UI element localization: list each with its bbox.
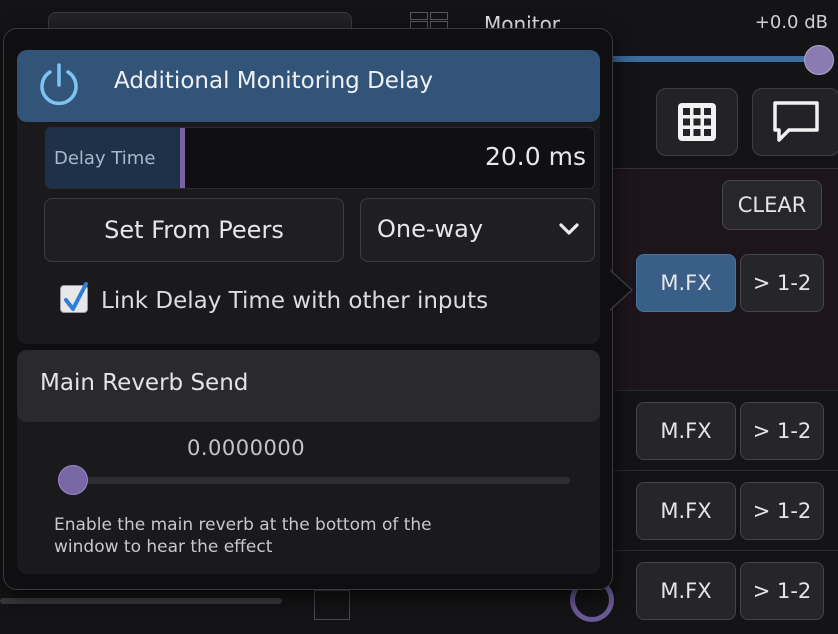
popup-pointer — [610, 269, 634, 311]
row-divider — [598, 550, 838, 551]
delay-marker — [180, 128, 185, 188]
delay-mode-value: One-way — [377, 215, 484, 243]
main-fx-button[interactable]: M.FX — [636, 254, 736, 312]
reverb-send-value: 0.0000000 — [187, 436, 306, 460]
monitor-slider-track[interactable] — [600, 56, 822, 62]
monitor-level: +0.0 dB — [754, 12, 828, 33]
link-delay-checkbox[interactable] — [60, 282, 88, 313]
clear-button[interactable]: CLEAR — [722, 180, 822, 230]
reverb-hint-text: Enable the main reverb at the bottom of … — [54, 515, 432, 557]
route-button[interactable]: > 1-2 — [740, 254, 824, 312]
main-fx-button[interactable]: M.FX — [636, 482, 736, 540]
bottom-slider[interactable] — [0, 598, 282, 604]
route-button[interactable]: > 1-2 — [740, 482, 824, 540]
main-fx-button[interactable]: M.FX — [636, 402, 736, 460]
monitoring-delay-title: Additional Monitoring Delay — [114, 68, 434, 94]
reverb-send-slider-knob[interactable] — [58, 465, 88, 495]
route-button[interactable]: > 1-2 — [740, 402, 824, 460]
chat-bubble-icon — [773, 101, 819, 142]
chevron-down-icon — [559, 223, 579, 235]
row-divider — [598, 470, 838, 471]
delay-time-value: 20.0 ms — [485, 142, 586, 171]
reverb-send-slider-track[interactable] — [66, 477, 570, 484]
bottom-meter-icon — [314, 590, 350, 620]
checkmark-icon — [64, 282, 88, 311]
delay-time-slider[interactable]: Delay Time 20.0 ms — [45, 127, 595, 189]
set-from-peers-button[interactable]: Set From Peers — [44, 198, 344, 262]
delay-mode-dropdown[interactable]: One-way — [360, 198, 595, 262]
reverb-send-title: Main Reverb Send — [40, 370, 249, 396]
power-icon[interactable] — [34, 60, 84, 110]
grid-icon — [678, 103, 716, 141]
main-fx-button[interactable]: M.FX — [636, 562, 736, 620]
chat-button[interactable] — [752, 88, 838, 156]
row-divider — [598, 390, 838, 391]
delay-time-label: Delay Time — [54, 148, 156, 169]
grid-button[interactable] — [656, 88, 738, 156]
monitor-slider-knob[interactable] — [804, 45, 834, 75]
route-button[interactable]: > 1-2 — [740, 562, 824, 620]
link-delay-label: Link Delay Time with other inputs — [101, 288, 489, 314]
